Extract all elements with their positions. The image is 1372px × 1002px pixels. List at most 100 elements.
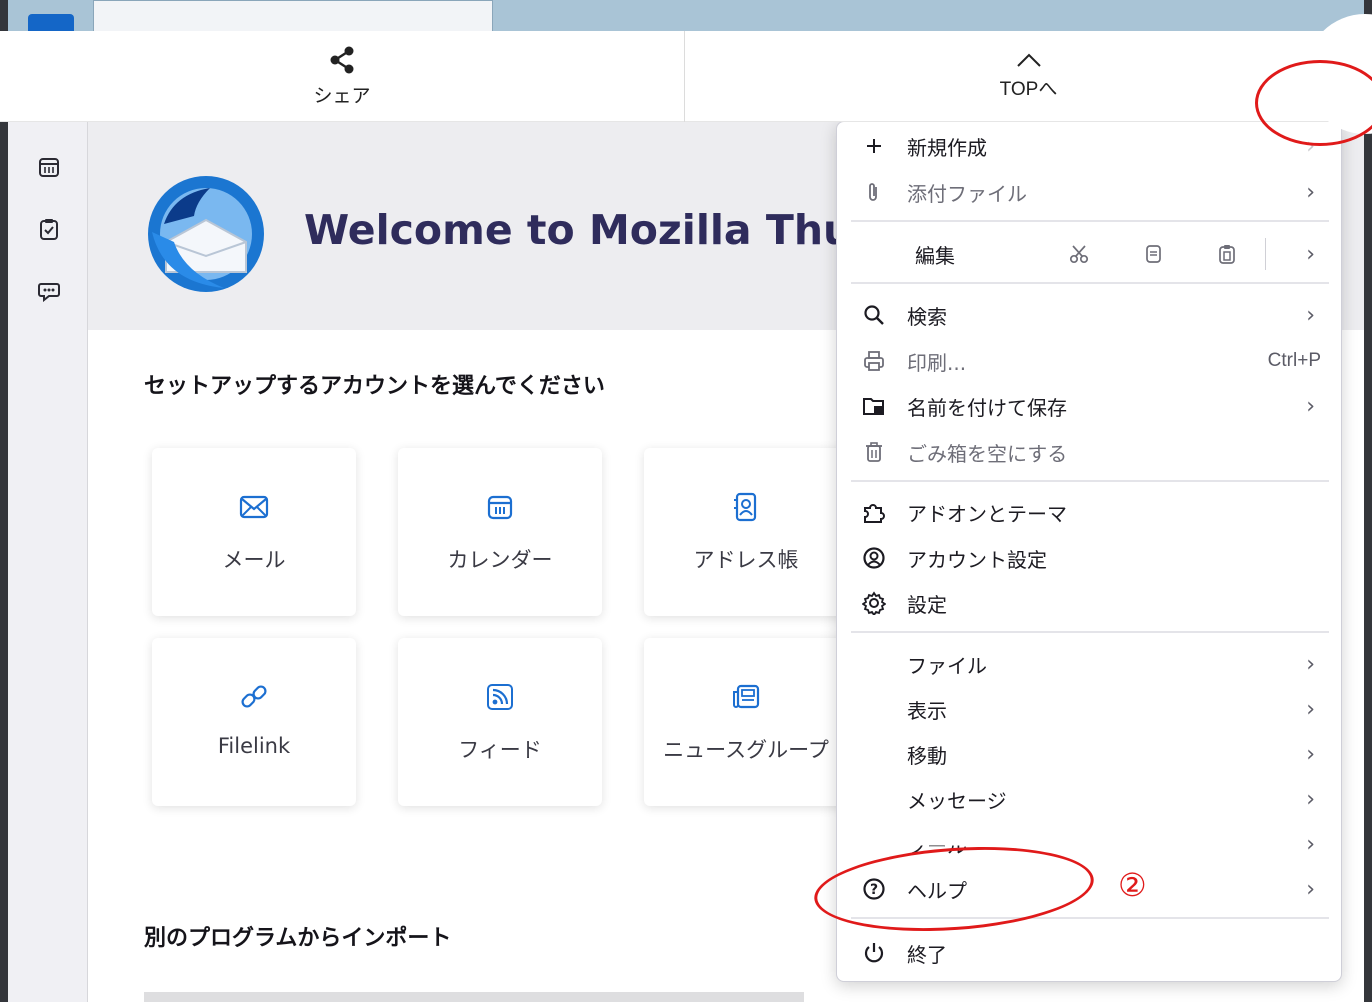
tab-strip bbox=[8, 0, 1364, 36]
menu-item-go[interactable]: 移動 › bbox=[851, 734, 1329, 774]
chevron-right-icon: › bbox=[1306, 651, 1315, 677]
tab-active[interactable] bbox=[93, 0, 493, 34]
account-icon bbox=[861, 545, 887, 571]
spaces-toolbar bbox=[8, 34, 88, 1002]
menu-item-label: アカウント設定 bbox=[907, 547, 1047, 572]
card-filelink[interactable]: Filelink bbox=[152, 638, 356, 806]
chevron-right-icon: › bbox=[1306, 741, 1315, 767]
menu-item-edit: 編集 › bbox=[851, 234, 1329, 274]
card-label: ニュースグループ bbox=[663, 738, 829, 762]
address-book-icon bbox=[731, 492, 761, 522]
share-banner: シェア TOPへ bbox=[0, 31, 1372, 122]
paperclip-icon bbox=[861, 179, 887, 205]
menu-separator bbox=[851, 480, 1329, 482]
menu-item-attachments[interactable]: 添付ファイル › bbox=[851, 172, 1329, 212]
menu-item-message[interactable]: メッセージ › bbox=[851, 779, 1329, 819]
card-feeds[interactable]: フィード bbox=[398, 638, 602, 806]
copy-button[interactable] bbox=[1137, 238, 1169, 270]
menu-item-print[interactable]: 印刷... Ctrl+P bbox=[851, 341, 1329, 381]
rss-feed-icon bbox=[485, 682, 515, 712]
chevron-right-icon: › bbox=[1306, 786, 1315, 812]
menu-separator bbox=[851, 631, 1329, 633]
import-description bbox=[144, 992, 1244, 1002]
card-label: フィード bbox=[458, 738, 542, 762]
calendar-space-button[interactable] bbox=[36, 154, 62, 180]
plus-icon bbox=[861, 133, 887, 159]
copy-icon bbox=[1146, 245, 1161, 263]
chevron-right-icon[interactable]: › bbox=[1306, 242, 1315, 267]
setup-heading: セットアップするアカウントを選んでください bbox=[144, 374, 605, 399]
newsgroup-icon bbox=[731, 682, 761, 712]
annotation-step-number: ② bbox=[1118, 866, 1147, 904]
menu-item-label: 表示 bbox=[907, 698, 947, 723]
menu-item-label: アドオンとテーマ bbox=[907, 501, 1067, 526]
thunderbird-logo-icon bbox=[148, 176, 264, 292]
menu-item-label: 印刷... bbox=[907, 350, 967, 375]
gear-icon bbox=[861, 590, 887, 616]
share-icon bbox=[330, 46, 354, 74]
card-mail[interactable]: メール bbox=[152, 448, 356, 616]
menu-item-view[interactable]: 表示 › bbox=[851, 689, 1329, 729]
paste-icon bbox=[1219, 245, 1235, 264]
save-folder-icon bbox=[861, 393, 887, 419]
paste-button[interactable] bbox=[1211, 238, 1243, 270]
menu-item-label: 添付ファイル bbox=[907, 181, 1027, 206]
card-label: メール bbox=[222, 548, 286, 572]
calendar-icon bbox=[39, 158, 59, 177]
menu-separator bbox=[851, 220, 1329, 222]
chat-space-button[interactable] bbox=[36, 278, 62, 304]
chevron-right-icon: › bbox=[1306, 831, 1315, 857]
card-address-book[interactable]: アドレス帳 bbox=[644, 448, 848, 616]
chevron-right-icon: › bbox=[1306, 302, 1315, 328]
mail-icon bbox=[239, 492, 269, 522]
chat-icon bbox=[38, 283, 60, 302]
menu-item-label: 新規作成 bbox=[907, 135, 987, 160]
menu-item-label: ごみ箱を空にする bbox=[907, 441, 1068, 466]
menu-item-label: 編集 bbox=[915, 243, 955, 268]
import-heading: 別のプログラムからインポート bbox=[144, 926, 452, 951]
top-label: TOPへ bbox=[999, 79, 1058, 100]
menu-item-empty-trash[interactable]: ごみ箱を空にする bbox=[851, 432, 1329, 472]
menu-item-label: 移動 bbox=[907, 743, 947, 768]
menu-item-label: 名前を付けて保存 bbox=[907, 395, 1067, 420]
menu-separator bbox=[851, 282, 1329, 284]
share-button[interactable]: シェア bbox=[0, 31, 684, 122]
menu-item-account-settings[interactable]: アカウント設定 bbox=[851, 538, 1329, 578]
link-icon bbox=[239, 682, 269, 712]
menu-item-save-as[interactable]: 名前を付けて保存 › bbox=[851, 386, 1329, 426]
chevron-right-icon: › bbox=[1306, 393, 1315, 419]
chevron-right-icon: › bbox=[1306, 696, 1315, 722]
menu-item-addons[interactable]: アドオンとテーマ bbox=[851, 492, 1329, 532]
chevron-right-icon: › bbox=[1306, 179, 1315, 205]
card-newsgroups[interactable]: ニュースグループ bbox=[644, 638, 848, 806]
share-label: シェア bbox=[313, 86, 371, 107]
card-label: Filelink bbox=[217, 734, 291, 758]
scissors-icon bbox=[1069, 245, 1089, 264]
card-calendar[interactable]: カレンダー bbox=[398, 448, 602, 616]
menu-item-quit[interactable]: 終了 bbox=[851, 933, 1329, 973]
edit-divider bbox=[1265, 238, 1266, 270]
card-label: カレンダー bbox=[447, 548, 553, 572]
menu-item-label: 検索 bbox=[907, 304, 947, 329]
calendar-icon bbox=[485, 492, 515, 522]
printer-icon bbox=[861, 348, 887, 374]
trash-icon bbox=[861, 439, 887, 465]
cut-button[interactable] bbox=[1063, 238, 1095, 270]
menu-item-label: ファイル bbox=[907, 653, 987, 678]
puzzle-icon bbox=[861, 499, 887, 525]
menu-item-label: 設定 bbox=[907, 592, 947, 617]
menu-item-file[interactable]: ファイル › bbox=[851, 644, 1329, 684]
print-shortcut: Ctrl+P bbox=[1267, 350, 1321, 371]
tasks-space-button[interactable] bbox=[36, 216, 62, 242]
power-icon bbox=[861, 940, 887, 966]
chevron-right-icon: › bbox=[1306, 876, 1315, 902]
menu-item-label: メッセージ bbox=[907, 788, 1007, 813]
menu-item-search[interactable]: 検索 › bbox=[851, 295, 1329, 335]
card-label: アドレス帳 bbox=[693, 548, 799, 572]
menu-item-label: 終了 bbox=[907, 942, 947, 967]
tasks-icon bbox=[40, 219, 58, 240]
chevron-up-icon bbox=[1016, 53, 1041, 67]
menu-item-settings[interactable]: 設定 bbox=[851, 583, 1329, 623]
menu-item-new[interactable]: 新規作成 › bbox=[851, 126, 1329, 166]
search-icon bbox=[861, 302, 887, 328]
